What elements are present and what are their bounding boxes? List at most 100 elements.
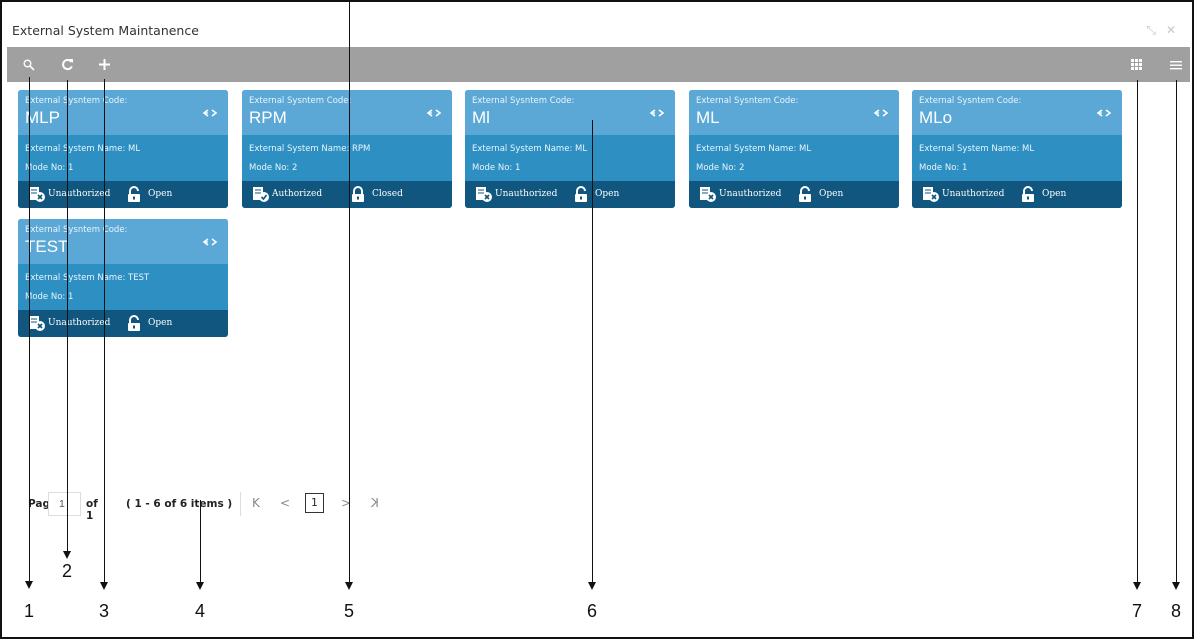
- authorization-status-icon: [28, 315, 46, 336]
- system-name: External System Name: TEST: [25, 273, 150, 283]
- external-system-card[interactable]: External Sysntem Code: TEST External Syste…: [18, 219, 228, 337]
- authorization-status: Unauthorized: [942, 189, 1005, 199]
- card-header: External Sysntem Code: Ml: [465, 90, 675, 135]
- authorization-status-icon: [699, 186, 717, 207]
- system-code: Ml: [472, 108, 490, 127]
- authorization-status-icon: [475, 186, 493, 207]
- grid-icon: [1130, 59, 1142, 70]
- callout-number: 4: [195, 601, 206, 621]
- callout-arrow: [345, 582, 353, 590]
- tile-view-button[interactable]: [1124, 47, 1148, 82]
- card-header: External Sysntem Code: RPM: [242, 90, 452, 135]
- sync-icon: [426, 109, 442, 117]
- sync-button[interactable]: [1096, 103, 1112, 122]
- record-status: Open: [595, 189, 620, 199]
- code-label: External Sysntem Code:: [696, 96, 799, 106]
- code-label: External Sysntem Code:: [25, 96, 128, 106]
- external-system-card[interactable]: External Sysntem Code: MLo External System…: [912, 90, 1122, 208]
- sync-icon: [873, 109, 889, 117]
- system-code: ML: [696, 108, 720, 127]
- previous-page-button[interactable]: <: [280, 496, 290, 510]
- system-name: External System Name: ML: [472, 144, 588, 154]
- system-name: External System Name: ML: [696, 144, 812, 154]
- sync-icon: [202, 109, 218, 117]
- system-name: External System Name: ML: [25, 144, 141, 154]
- page-count: of 1: [86, 498, 98, 522]
- card-status-bar: Unauthorized Open: [18, 181, 228, 208]
- authorization-status: Unauthorized: [48, 189, 111, 199]
- window-controls: ⤡✕: [1146, 23, 1186, 38]
- code-label: External Sysntem Code:: [249, 96, 352, 106]
- list-icon: [1170, 60, 1182, 69]
- close-icon[interactable]: ✕: [1166, 23, 1186, 37]
- external-system-card[interactable]: External Sysntem Code: Ml External System …: [465, 90, 675, 208]
- external-system-card[interactable]: External Sysntem Code: MLP External System…: [18, 90, 228, 208]
- unlock-icon: [1022, 186, 1034, 202]
- callout-arrow: [100, 582, 108, 590]
- sync-button[interactable]: [202, 103, 218, 122]
- card-header: External Sysntem Code: TEST: [18, 219, 228, 264]
- system-name: External System Name: RPM: [249, 144, 371, 154]
- callout-number: 7: [1132, 601, 1143, 621]
- current-page-button[interactable]: 1: [305, 493, 324, 513]
- mode-number: Mode No: 2: [249, 163, 298, 173]
- callout-line: [200, 500, 201, 584]
- system-code: MLo: [919, 108, 953, 127]
- external-system-card[interactable]: External Sysntem Code: ML External System …: [689, 90, 899, 208]
- sync-icon: [1096, 109, 1112, 117]
- code-label: External Sysntem Code:: [919, 96, 1022, 106]
- unlock-icon: [799, 186, 811, 202]
- authorization-status: Unauthorized: [719, 189, 782, 199]
- card-status-bar: Authorized Closed: [242, 181, 452, 208]
- minimize-icon[interactable]: ⤡: [1146, 23, 1166, 37]
- title-bar: External System Maintanence ⤡✕: [7, 14, 1190, 47]
- callout-number: 1: [24, 601, 35, 621]
- page-number-input[interactable]: [48, 492, 81, 516]
- unlock-icon: [128, 186, 140, 202]
- callout-line: [592, 120, 593, 584]
- first-page-button[interactable]: K: [252, 496, 260, 510]
- card-header: External Sysntem Code: MLP: [18, 90, 228, 135]
- external-system-card[interactable]: External Sysntem Code: RPM External System…: [242, 90, 452, 208]
- item-count: ( 1 - 6 of 6 items ): [126, 498, 233, 510]
- refresh-button[interactable]: [55, 47, 79, 82]
- card-status-bar: Unauthorized Open: [689, 181, 899, 208]
- sync-button[interactable]: [873, 103, 889, 122]
- mode-number: Mode No: 1: [919, 163, 968, 173]
- callout-number: 3: [99, 601, 110, 621]
- callout-number: 2: [62, 561, 73, 581]
- system-code: MLP: [25, 108, 60, 127]
- system-code: TEST: [25, 237, 69, 256]
- record-status-icon: [573, 186, 589, 207]
- authorized-icon: [253, 187, 269, 202]
- plus-icon: [98, 59, 110, 70]
- code-label: External Sysntem Code:: [472, 96, 575, 106]
- callout-arrow: [588, 582, 596, 590]
- unauthorized-icon: [923, 187, 939, 202]
- callout-line: [104, 79, 105, 584]
- refresh-icon: [61, 58, 73, 71]
- system-code: RPM: [249, 108, 287, 127]
- card-status-bar: Unauthorized Open: [465, 181, 675, 208]
- add-button[interactable]: [92, 47, 116, 82]
- card-status-bar: Unauthorized Open: [18, 310, 228, 337]
- sync-button[interactable]: [649, 103, 665, 122]
- list-view-button[interactable]: [1164, 47, 1188, 82]
- sync-button[interactable]: [426, 103, 442, 122]
- card-status-bar: Unauthorized Open: [912, 181, 1122, 208]
- record-status: Closed: [372, 189, 403, 199]
- callout-arrow: [25, 581, 33, 589]
- unauthorized-icon: [29, 316, 45, 331]
- unauthorized-icon: [700, 187, 716, 202]
- unauthorized-icon: [476, 187, 492, 202]
- callout-line: [29, 77, 30, 583]
- authorization-status: Unauthorized: [48, 318, 111, 328]
- sync-button[interactable]: [202, 232, 218, 251]
- callout-line: [1176, 80, 1177, 584]
- callout-number: 6: [587, 601, 598, 621]
- authorization-status-icon: [252, 186, 270, 207]
- window-title: External System Maintanence: [12, 23, 199, 38]
- search-icon: [23, 59, 35, 71]
- last-page-button[interactable]: K: [371, 496, 379, 510]
- authorization-status: Unauthorized: [495, 189, 558, 199]
